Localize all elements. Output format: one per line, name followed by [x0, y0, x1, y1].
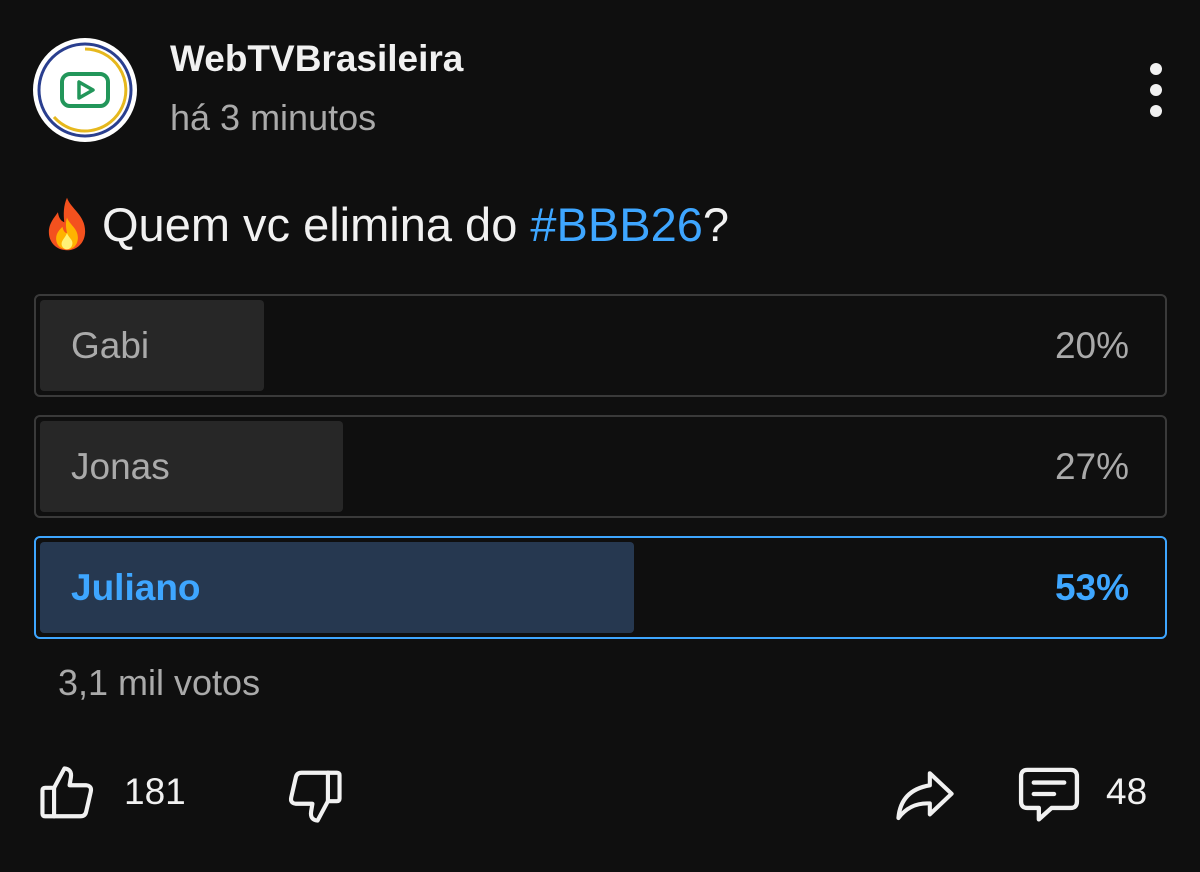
post-header: WebTVBrasileira há 3 minutos	[0, 0, 1200, 160]
poll-option-label: Juliano	[71, 566, 201, 608]
like-button[interactable]	[36, 762, 98, 824]
hashtag-link[interactable]: #BBB26	[530, 197, 702, 252]
poll-option-jonas[interactable]: Jonas 27%	[34, 415, 1167, 518]
post-text: Quem vc elimina do #BBB26?	[38, 193, 729, 255]
share-button[interactable]	[893, 766, 957, 824]
share-icon	[896, 771, 954, 821]
post-timestamp: há 3 minutos	[170, 97, 377, 138]
more-vertical-icon	[1150, 63, 1162, 75]
play-icon	[37, 42, 133, 138]
comment-button[interactable]	[1016, 763, 1082, 825]
poll-option-juliano[interactable]: Juliano 53%	[34, 536, 1167, 639]
dislike-button[interactable]	[284, 765, 346, 827]
comment-icon	[1018, 767, 1080, 822]
question-text: Quem vc elimina do	[102, 197, 531, 251]
poll-option-label: Gabi	[71, 324, 150, 366]
question-mark: ?	[702, 197, 730, 251]
thumbs-up-icon	[40, 766, 94, 819]
comment-count: 48	[1106, 771, 1148, 812]
poll-option-percent: 53%	[1054, 566, 1129, 608]
channel-avatar[interactable]	[33, 38, 137, 142]
poll-option-gabi[interactable]: Gabi 20%	[34, 294, 1167, 397]
poll-vote-count: 3,1 mil votos	[58, 662, 261, 703]
more-options-button[interactable]	[1130, 60, 1182, 120]
poll-option-percent: 20%	[1054, 324, 1129, 366]
poll-option-percent: 27%	[1054, 445, 1129, 487]
fire-icon	[48, 197, 86, 251]
like-count: 181	[124, 771, 186, 812]
poll-option-label: Jonas	[71, 445, 170, 487]
channel-name[interactable]: WebTVBrasileira	[170, 38, 463, 80]
thumbs-down-icon	[288, 770, 342, 823]
